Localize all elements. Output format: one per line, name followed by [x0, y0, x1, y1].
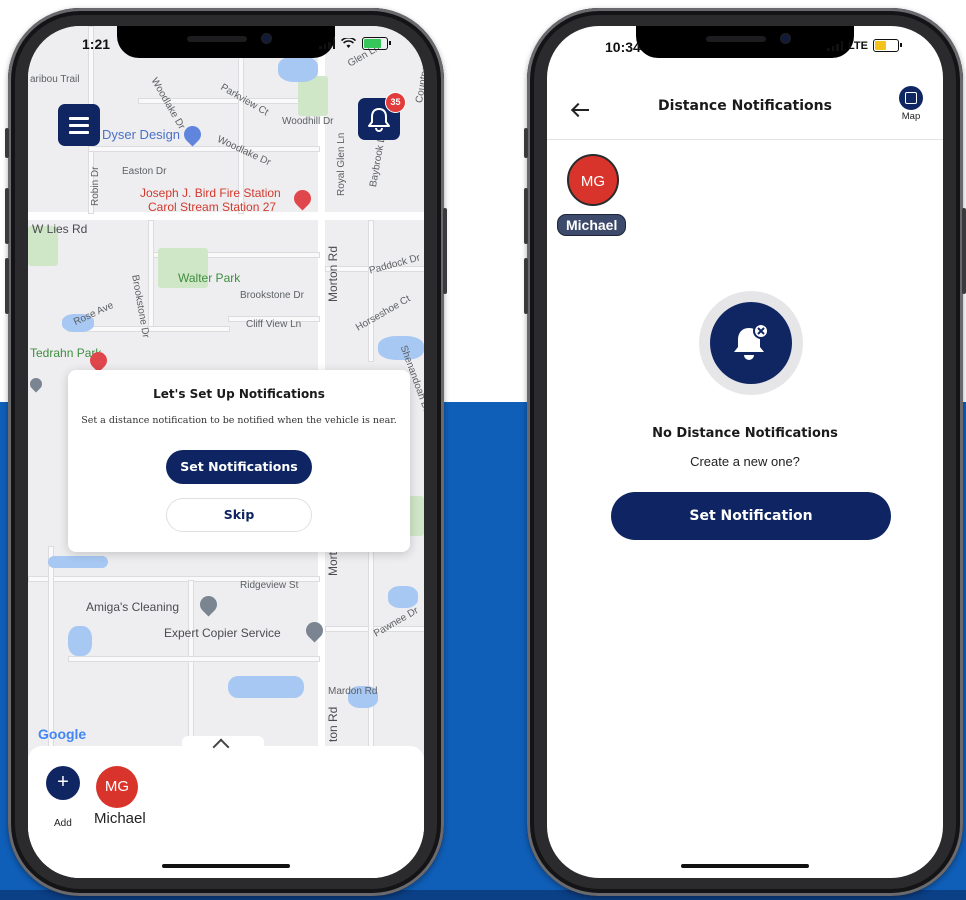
set-notifications-button[interactable]: Set Notifications	[166, 450, 312, 484]
map-label: Brookstone Dr	[240, 290, 304, 301]
mute-switch	[524, 128, 528, 158]
notch	[117, 26, 335, 58]
bottom-sheet: + Add MG Michael	[28, 736, 424, 878]
map-road	[68, 656, 320, 662]
avatar: MG	[567, 154, 619, 206]
empty-state-ring	[699, 291, 803, 395]
poi-expert-copier[interactable]: Expert Copier Service	[164, 626, 281, 640]
poi-walter-park[interactable]: Walter Park	[178, 271, 240, 285]
home-indicator[interactable]	[681, 864, 809, 868]
map-label: Royal Glen Ln	[336, 132, 347, 196]
poi-fire-station-label[interactable]: Joseph J. Bird Fire Station	[140, 186, 281, 200]
poi-label: Dyser Design	[102, 127, 181, 142]
map-water	[278, 56, 318, 82]
map-label: W Lies Rd	[32, 222, 88, 236]
map-label: Ridgeview St	[240, 580, 299, 591]
map-label: aribou Trail	[30, 74, 80, 85]
signal-icon	[827, 40, 844, 51]
map-label: Mardon Rd	[328, 686, 378, 697]
map-label: Woodhill Dr	[282, 116, 334, 127]
map-button-label: Map	[901, 111, 921, 122]
vehicle-avatar[interactable]: MG	[567, 154, 619, 206]
status-time: 10:34	[605, 39, 641, 55]
setup-notifications-modal: Let's Set Up Notifications Set a distanc…	[68, 370, 410, 552]
poi-fire-station-label-2[interactable]: Carol Stream Station 27	[148, 200, 276, 214]
volume-up-button	[5, 188, 9, 244]
signal-icon	[319, 38, 335, 49]
map-road	[88, 146, 320, 152]
google-attribution: Google	[38, 726, 87, 742]
empty-state-subtitle: Create a new one?	[690, 454, 800, 469]
modal-title: Let's Set Up Notifications	[153, 387, 325, 401]
notch	[636, 26, 854, 58]
map-label: ton Rd	[326, 706, 340, 742]
map-water	[68, 626, 92, 656]
map-label: Robin Dr	[90, 166, 101, 206]
map-label: Country	[414, 67, 424, 104]
mute-switch	[5, 128, 9, 158]
set-notification-button[interactable]: Set Notification	[611, 492, 891, 540]
map-label: Morton Rd	[326, 245, 340, 302]
map-road	[368, 546, 374, 748]
power-button	[962, 208, 966, 294]
empty-state-title: No Distance Notifications	[652, 426, 838, 441]
shop-pin-icon[interactable]	[196, 592, 221, 617]
status-icons: LTE	[827, 39, 902, 52]
avatar[interactable]: MG	[96, 766, 138, 808]
skip-button[interactable]: Skip	[166, 498, 312, 532]
map-pin-icon[interactable]	[28, 375, 45, 393]
avatar-name: Michael	[94, 810, 146, 827]
battery-icon	[362, 37, 391, 50]
wifi-icon	[341, 38, 356, 48]
map-label: Cliff View Ln	[246, 319, 302, 330]
left-phone: 1:21 aribou Trail Glen Ln Country Parkvi…	[5, 8, 447, 896]
map-water	[48, 556, 108, 568]
map-button[interactable]: Map	[895, 86, 927, 122]
status-time: 1:21	[82, 36, 111, 52]
add-button[interactable]: +	[46, 766, 80, 800]
notifications-button[interactable]: 35	[358, 92, 406, 140]
camera	[261, 33, 272, 44]
modal-description: Set a distance notification to be notifi…	[81, 415, 397, 426]
network-type: LTE	[848, 39, 868, 52]
avatar-name-chip[interactable]: Michael	[557, 214, 627, 236]
power-button	[443, 208, 447, 294]
menu-button[interactable]	[58, 104, 100, 146]
left-screen: 1:21 aribou Trail Glen Ln Country Parkvi…	[28, 26, 424, 878]
bell-cancel-icon	[734, 323, 769, 360]
map-water	[228, 676, 304, 698]
home-indicator[interactable]	[162, 864, 290, 868]
right-phone: 10:34 LTE Distance Notifications Map MG …	[524, 8, 966, 896]
volume-down-button	[5, 258, 9, 314]
status-icons	[319, 37, 391, 50]
speaker	[187, 36, 247, 42]
map-road	[148, 220, 154, 332]
volume-down-button	[524, 258, 528, 314]
add-label: Add	[54, 818, 72, 829]
poi-amigas-cleaning[interactable]: Amiga's Cleaning	[86, 600, 179, 614]
map-label: Easton Dr	[122, 166, 167, 177]
sheet-expand-handle[interactable]	[182, 736, 264, 752]
map-road	[368, 220, 374, 362]
map-label: Horseshoe Ct	[354, 293, 413, 334]
notification-count-badge: 35	[385, 92, 406, 113]
map-road	[48, 546, 54, 748]
map-label: Pawnee Dr	[372, 605, 421, 640]
right-screen: 10:34 LTE Distance Notifications Map MG …	[547, 26, 943, 878]
battery-icon	[873, 39, 902, 52]
speaker	[706, 36, 766, 42]
poi-dyser-design[interactable]: Dyser Design	[102, 127, 180, 142]
page-title: Distance Notifications	[658, 98, 832, 114]
empty-state-circle	[710, 302, 792, 384]
map-park	[298, 76, 328, 116]
map-label: Paddock Dr	[368, 252, 422, 277]
volume-up-button	[524, 188, 528, 244]
fire-station-pin-icon[interactable]	[290, 186, 315, 211]
map-icon	[899, 86, 923, 110]
header-divider	[547, 139, 943, 140]
camera	[780, 33, 791, 44]
